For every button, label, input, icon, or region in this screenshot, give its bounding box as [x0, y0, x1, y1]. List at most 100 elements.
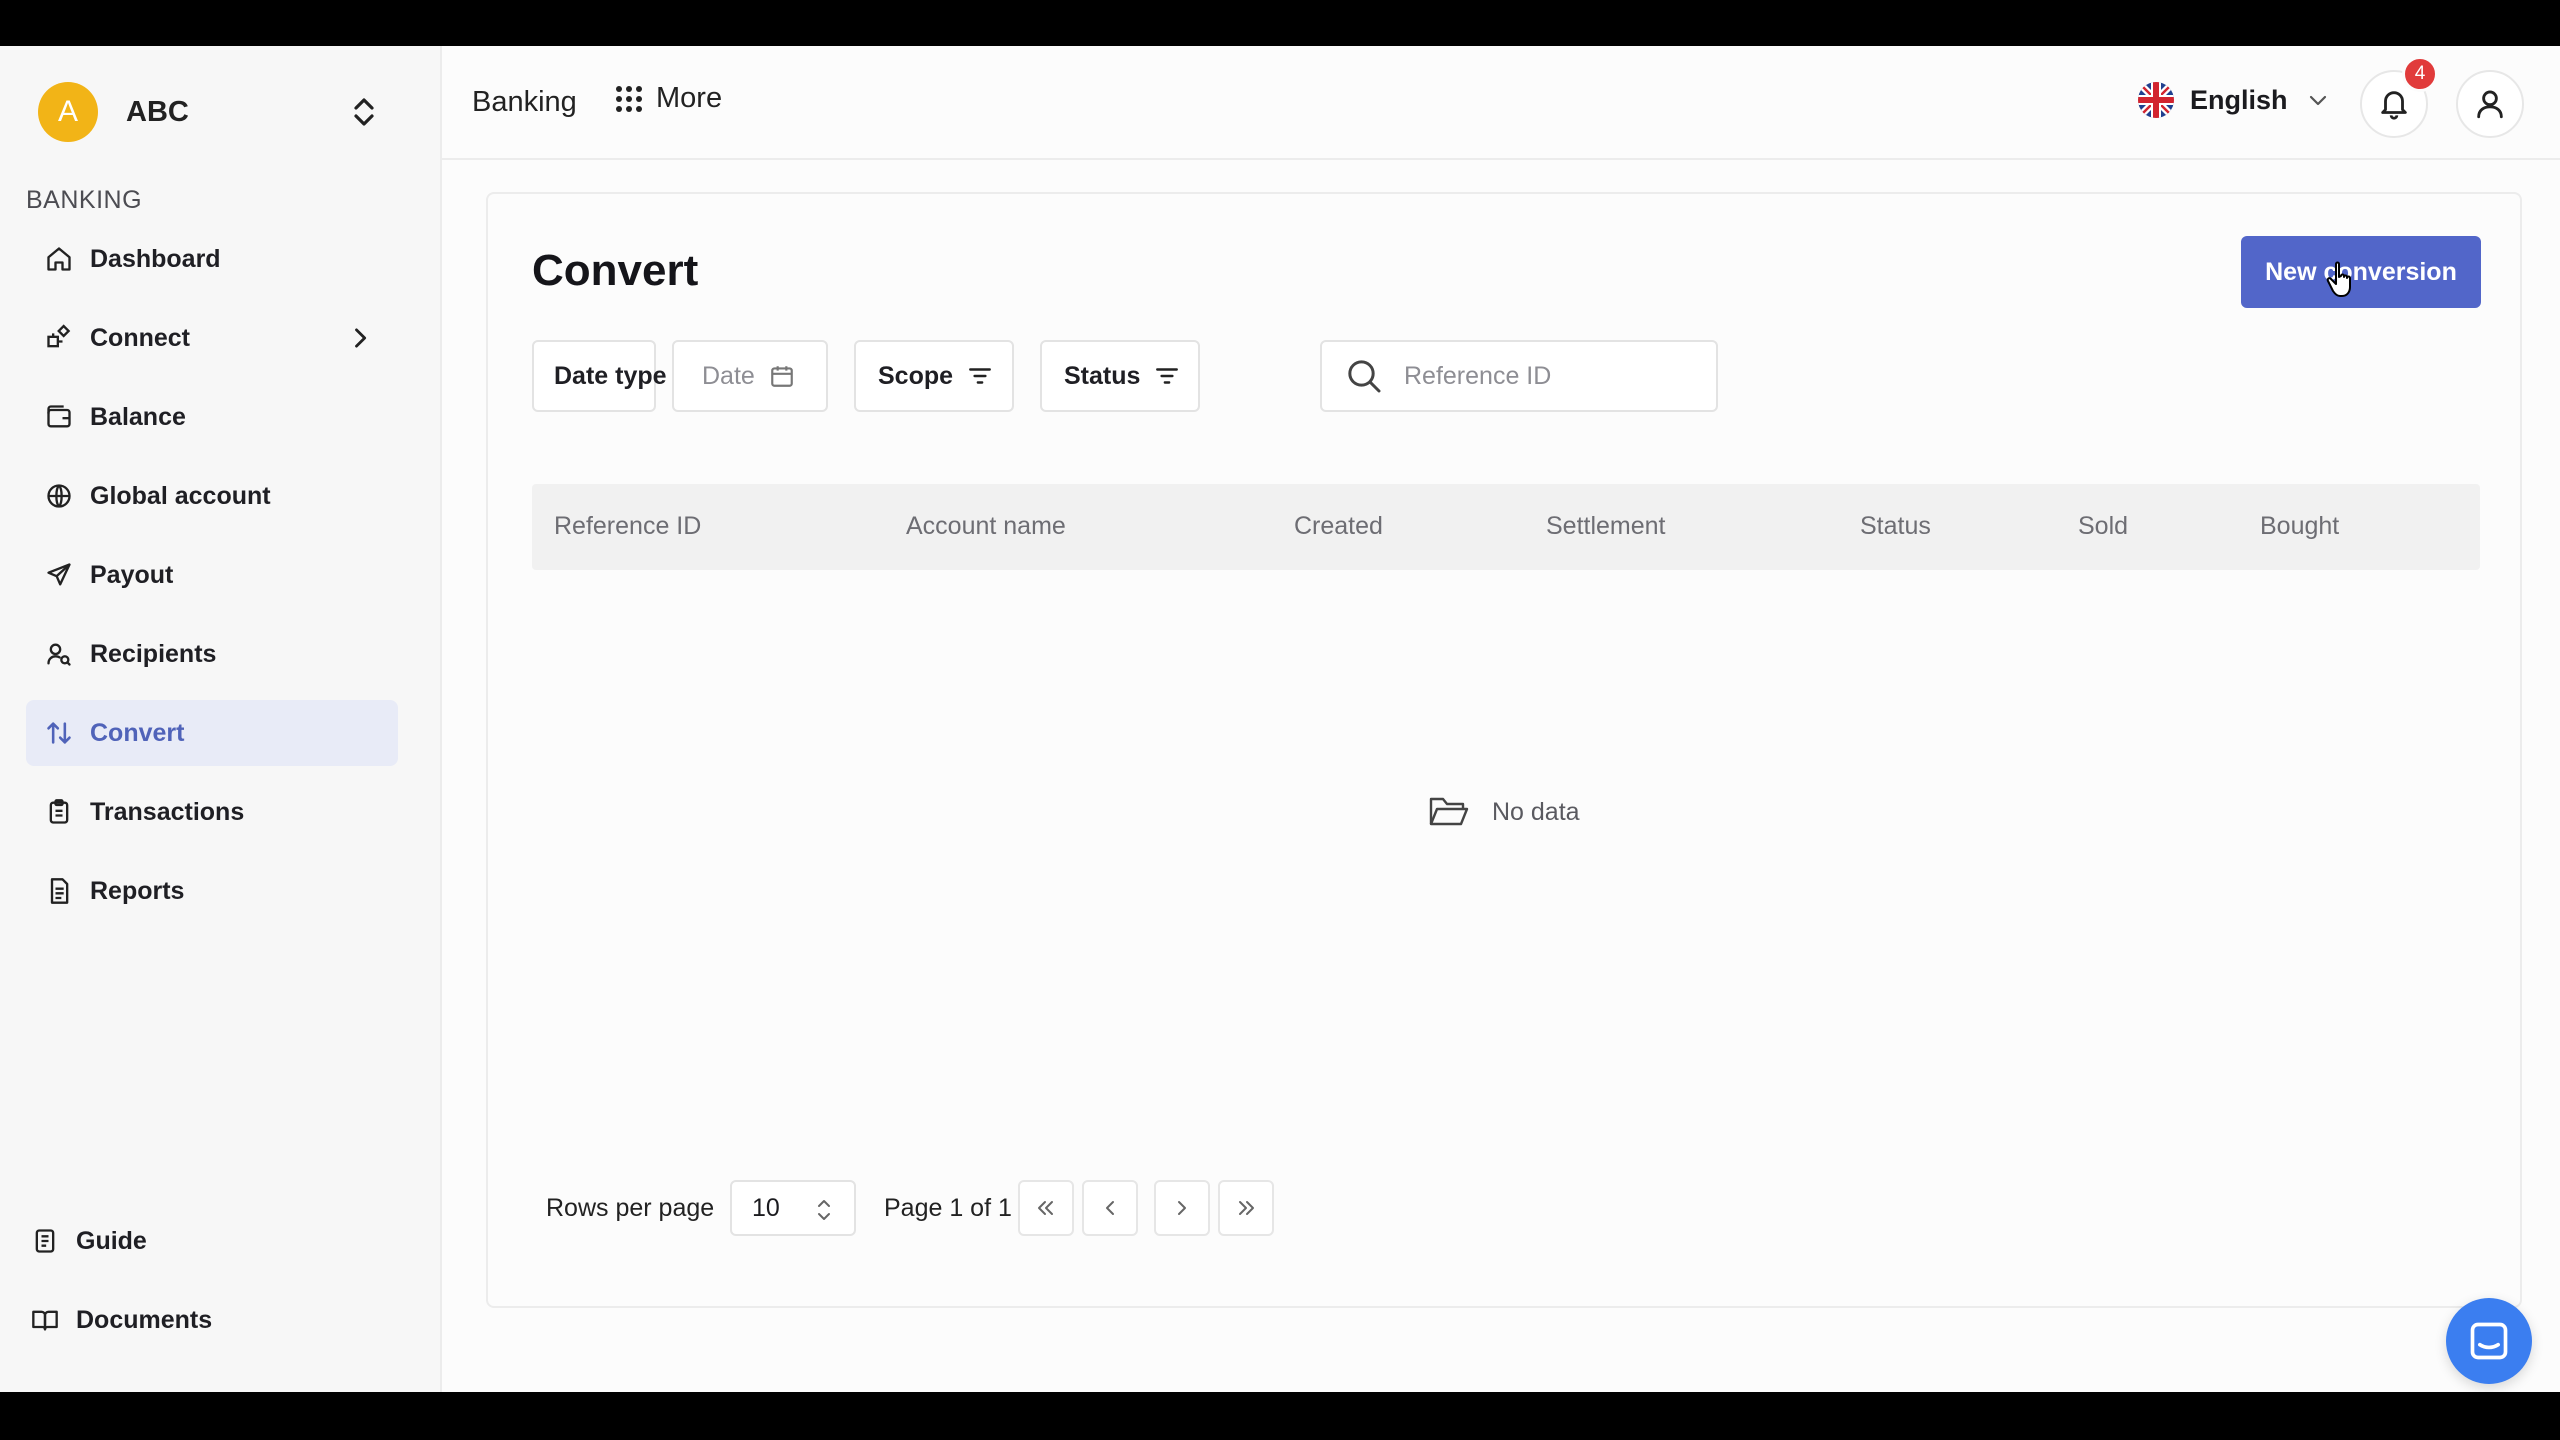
language-label: English	[2190, 84, 2288, 115]
sidebar-item-convert[interactable]: Convert	[26, 700, 398, 766]
sidebar-item-label: Documents	[76, 1305, 213, 1334]
connect-icon	[44, 323, 74, 353]
bell-icon	[2381, 91, 2407, 120]
chevron-left-icon	[1106, 1201, 1114, 1215]
notification-count-badge: 4	[2402, 56, 2438, 92]
date-type-filter[interactable]: Date type	[532, 340, 667, 412]
column-reference-id: Reference ID	[554, 512, 702, 540]
first-page-button[interactable]	[1018, 1180, 1074, 1236]
calendar-icon	[770, 366, 793, 387]
user-icon	[2477, 90, 2503, 119]
reference-search	[1320, 340, 1718, 412]
sidebar-item-guide[interactable]: Guide	[30, 1208, 410, 1274]
chat-support-button[interactable]	[2446, 1298, 2532, 1384]
user-menu-button[interactable]	[2456, 70, 2524, 138]
empty-state: No data	[1428, 794, 1580, 830]
guide-icon	[30, 1226, 60, 1256]
sidebar-bottom-nav: Guide Documents	[30, 1208, 410, 1366]
chat-icon	[2470, 1322, 2508, 1360]
column-sold: Sold	[2078, 512, 2129, 540]
sidebar-item-connect[interactable]: Connect	[26, 305, 398, 371]
org-switcher[interactable]: A ABC	[38, 80, 388, 144]
sidebar-item-label: Dashboard	[90, 244, 221, 273]
empty-text: No data	[1492, 797, 1580, 826]
chevron-right-icon	[1178, 1201, 1186, 1215]
org-name: ABC	[126, 95, 189, 128]
column-account-name: Account name	[906, 512, 1066, 540]
sidebar-item-transactions[interactable]: Transactions	[26, 779, 398, 845]
send-icon	[44, 560, 74, 590]
sidebar-nav: Dashboard Connect Balance Global account…	[26, 226, 398, 937]
filter-icon	[1156, 368, 1179, 384]
scope-filter[interactable]: Scope	[854, 340, 1014, 412]
sidebar-item-global-account[interactable]: Global account	[26, 463, 398, 529]
filter-icon	[969, 368, 991, 384]
column-bought: Bought	[2260, 512, 2340, 540]
chevron-up-down-icon	[818, 1200, 830, 1220]
chevron-up-down-icon[interactable]	[340, 88, 388, 136]
language-selector[interactable]: English	[2138, 82, 2330, 118]
sidebar-item-payout[interactable]: Payout	[26, 542, 398, 608]
next-page-button[interactable]	[1154, 1180, 1210, 1236]
letterbox-top	[0, 0, 2560, 46]
previous-page-button[interactable]	[1082, 1180, 1138, 1236]
chevron-down-icon	[2309, 95, 2326, 106]
org-avatar: A	[38, 82, 98, 142]
last-page-button[interactable]	[1218, 1180, 1274, 1236]
rows-per-page-select[interactable]: 10	[730, 1180, 856, 1236]
rows-per-page-label: Rows per page	[546, 1194, 715, 1222]
sidebar-item-label: Connect	[90, 323, 190, 352]
new-conversion-button[interactable]: New conversion	[2241, 236, 2481, 308]
globe-icon	[44, 481, 74, 511]
sidebar-item-balance[interactable]: Balance	[26, 384, 398, 450]
document-icon	[44, 876, 74, 906]
grid-icon	[616, 85, 642, 112]
chevrons-left-icon	[1038, 1201, 1053, 1215]
sidebar-item-label: Global account	[90, 481, 271, 510]
topbar-more-label: More	[656, 82, 723, 114]
hand-pointer-icon	[2326, 261, 2351, 297]
sidebar-item-documents[interactable]: Documents	[30, 1287, 410, 1353]
convert-card: Convert New conversion Date type Date Sc…	[486, 192, 2522, 1308]
filter-label: Scope	[878, 361, 954, 390]
wallet-icon	[44, 402, 74, 432]
sidebar-item-label: Reports	[90, 876, 185, 905]
reference-id-input[interactable]	[1404, 361, 1664, 391]
filter-label: Date type	[554, 361, 667, 390]
sidebar-item-label: Guide	[76, 1226, 147, 1255]
sidebar-item-label: Recipients	[90, 639, 217, 668]
status-filter[interactable]: Status	[1040, 340, 1200, 412]
filter-label: Status	[1064, 361, 1141, 390]
sidebar: A ABC BANKING Dashboard Connect Balance	[0, 46, 442, 1392]
user-search-icon	[44, 639, 74, 669]
column-status: Status	[1860, 512, 1931, 540]
sidebar-item-label: Balance	[90, 402, 186, 431]
arrows-up-down-icon	[44, 718, 74, 748]
page-info: Page 1 of 1	[884, 1194, 1012, 1222]
sidebar-item-label: Payout	[90, 560, 174, 589]
date-filter[interactable]: Date	[672, 340, 828, 412]
sidebar-item-reports[interactable]: Reports	[26, 858, 398, 924]
page-title: Convert	[532, 246, 699, 295]
search-icon	[1348, 360, 1381, 393]
sidebar-item-recipients[interactable]: Recipients	[26, 621, 398, 687]
uk-flag-icon	[2138, 82, 2174, 118]
clipboard-icon	[44, 797, 74, 827]
folder-open-icon	[1429, 797, 1469, 826]
column-settlement: Settlement	[1546, 512, 1666, 540]
home-icon	[44, 244, 74, 274]
filter-label: Date	[702, 361, 755, 390]
table-header: Reference ID Account name Created Settle…	[532, 484, 2480, 570]
topbar-more-menu[interactable]: More	[614, 82, 722, 115]
chevrons-right-icon	[1239, 1201, 1254, 1215]
column-created: Created	[1294, 512, 1383, 540]
chevron-right-icon	[355, 328, 367, 348]
letterbox-bottom	[0, 1392, 2560, 1440]
book-icon	[30, 1305, 60, 1335]
section-label-banking: BANKING	[26, 186, 143, 214]
sidebar-item-dashboard[interactable]: Dashboard	[26, 226, 398, 292]
topbar-banking-link[interactable]: Banking	[472, 86, 577, 119]
sidebar-item-label: Convert	[90, 718, 185, 747]
app-window: A ABC BANKING Dashboard Connect Balance	[0, 46, 2560, 1392]
topbar: Banking More English 4	[442, 46, 2560, 160]
